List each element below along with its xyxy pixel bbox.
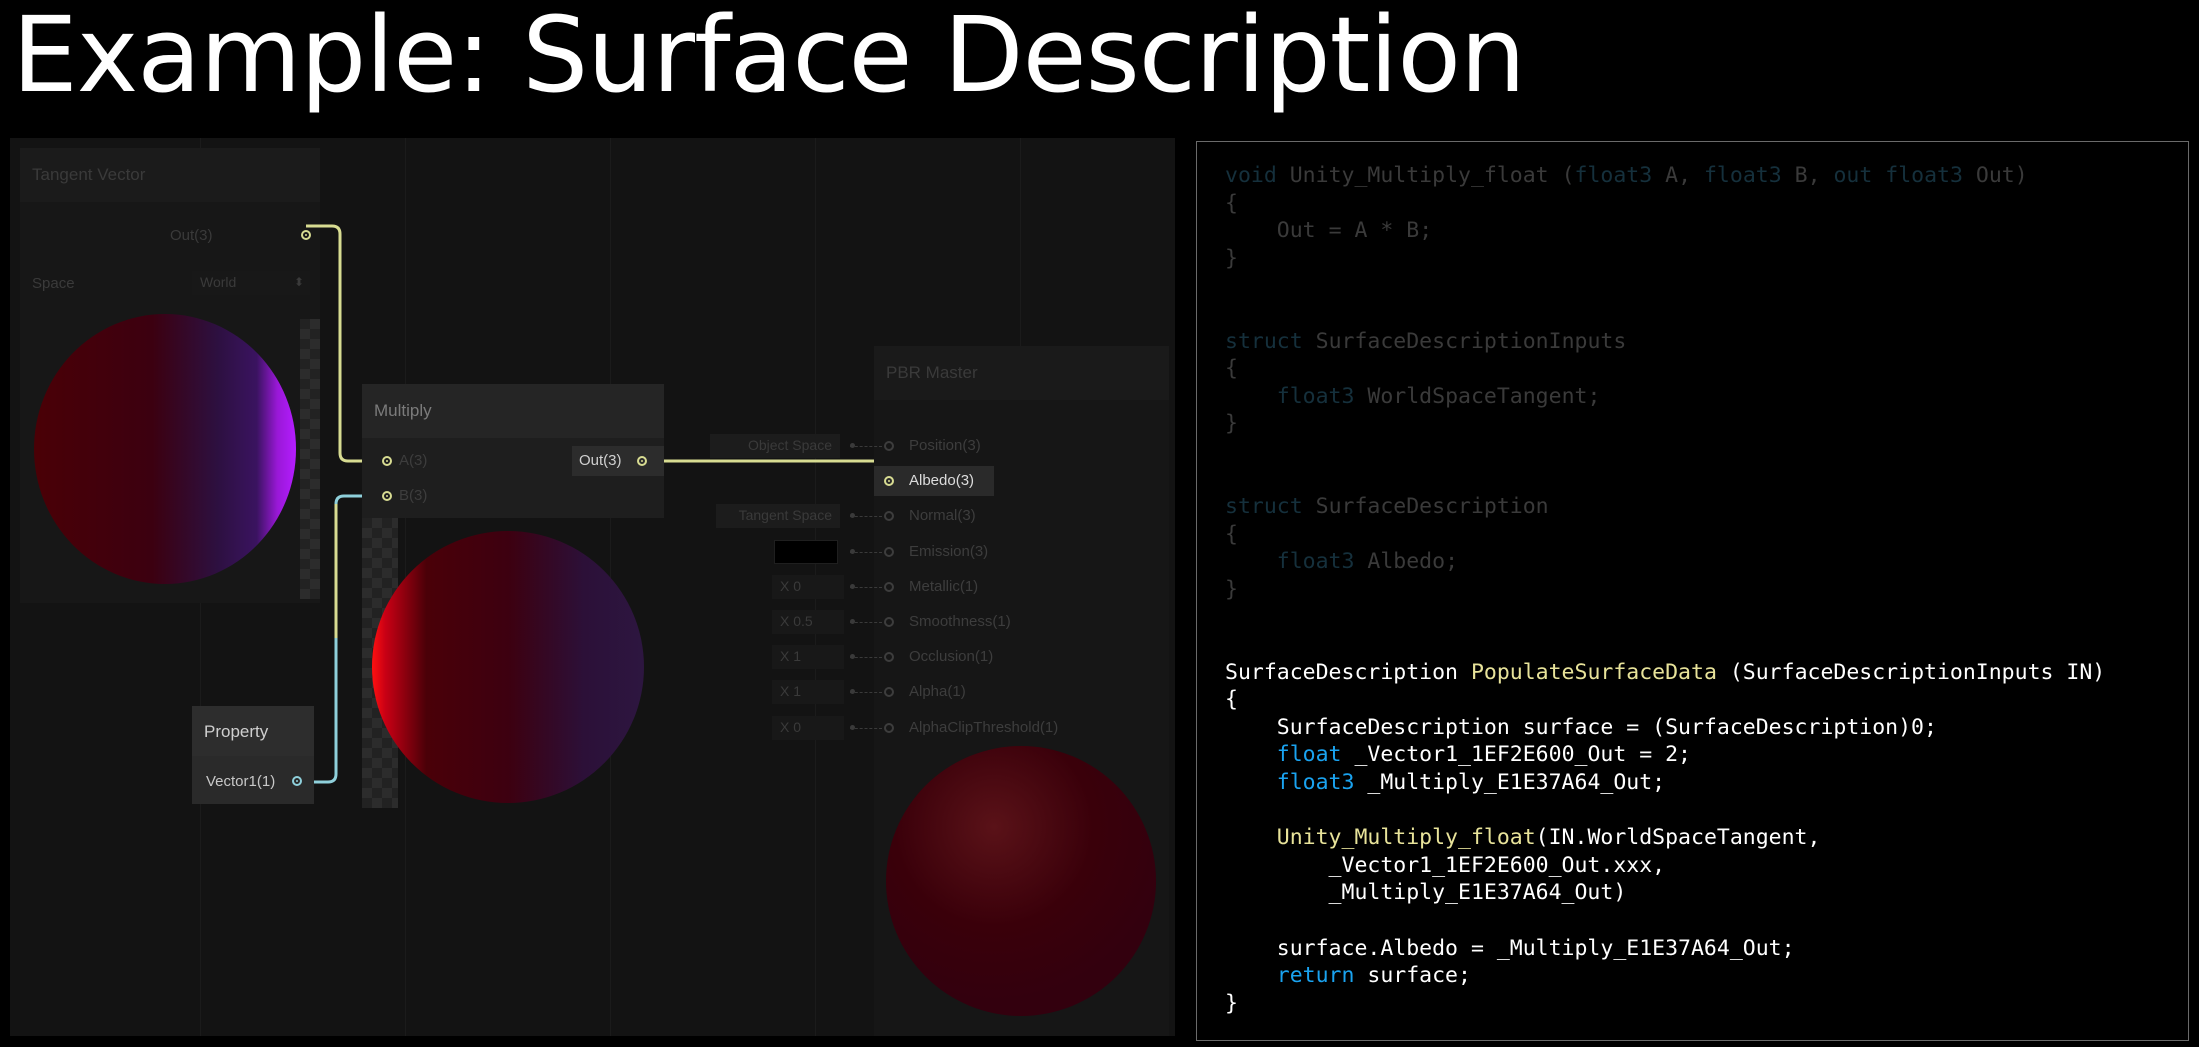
code-line: {: [1225, 356, 1238, 382]
master-input-label: Metallic(1): [909, 577, 979, 595]
shader-graph-canvas[interactable]: Tangent Vector Out(3) Space World ⬍ Mult…: [10, 138, 1175, 1036]
slide-title: Example: Surface Description: [12, 0, 1526, 116]
master-port-knob: [850, 443, 855, 448]
code-line: {: [1225, 521, 1238, 547]
master-input-label: AlphaClipThreshold(1): [909, 718, 1059, 736]
master-port-knob: [850, 619, 855, 624]
code-line: void Unity_Multiply_float (float3 A, flo…: [1225, 163, 2028, 188]
master-port-connector: [850, 516, 882, 518]
multiply-in-a-port[interactable]: [382, 456, 392, 466]
property-title: Property: [204, 722, 269, 741]
master-input-port[interactable]: [884, 722, 894, 733]
code-line: Unity_Multiply_float(IN.WorldSpaceTangen…: [1276, 825, 1821, 851]
master-port-knob: [850, 548, 855, 554]
master-port-connector: [850, 692, 882, 694]
master-input-field[interactable]: Tangent Space: [716, 504, 840, 529]
code-line: _Vector1_1EF2E600_Out.xxx,: [1225, 852, 1666, 878]
master-input-label: Emission(3): [909, 542, 989, 560]
emission-color-swatch[interactable]: [774, 539, 838, 564]
pbr-master-title: PBR Master: [886, 363, 978, 382]
code-line: float _Vector1_1EF2E600_Out = 2;: [1276, 742, 1692, 768]
master-input-field[interactable]: X 0: [772, 715, 844, 740]
master-input-label: Albedo(3): [909, 472, 975, 490]
multiply-in-a-label: A(3): [399, 452, 428, 469]
code-line: }: [1225, 576, 1238, 602]
master-input-field[interactable]: X 0.5: [772, 610, 844, 634]
code-line: struct SurfaceDescription: [1225, 494, 1549, 520]
code-line: struct SurfaceDescriptionInputs: [1225, 328, 1627, 354]
master-input-field[interactable]: X 1: [772, 645, 844, 670]
code-line: SurfaceDescription surface = (SurfaceDes…: [1225, 714, 1937, 740]
master-input-field[interactable]: X 0: [772, 574, 844, 599]
multiply-out-port[interactable]: [637, 456, 647, 466]
master-input-label: Smoothness(1): [909, 613, 1011, 630]
master-input-label: Occlusion(1): [909, 648, 994, 666]
master-input-field[interactable]: X 1: [772, 680, 844, 705]
code-line: {: [1225, 687, 1238, 713]
code-line: float3 _Multiply_E1E37A64_Out;: [1276, 770, 1666, 796]
code-line: }: [1225, 245, 1238, 271]
code-line: SurfaceDescription PopulateSurfaceData (…: [1225, 659, 2106, 685]
master-input-port[interactable]: [884, 617, 894, 627]
multiply-out-label: Out(3): [579, 452, 622, 469]
code-line: }: [1225, 411, 1238, 437]
master-port-knob: [850, 583, 855, 589]
code-line: Out = A * B;: [1276, 218, 1433, 244]
multiply-in-b-label: B(3): [399, 487, 428, 504]
code-line: float3 Albedo;: [1276, 549, 1459, 575]
multiply-out-row: Out(3): [572, 446, 664, 476]
multiply-preview-sphere: [372, 531, 644, 803]
property-out-label: Vector1(1): [206, 773, 276, 790]
pbr-preview-sphere: [886, 746, 1156, 1016]
multiply-title: Multiply: [374, 401, 432, 420]
master-input-label: Normal(3): [909, 507, 976, 525]
code-line: float3 WorldSpaceTangent;: [1276, 383, 1601, 409]
property-out-port[interactable]: [292, 776, 302, 786]
generated-code-panel: void Unity_Multiply_float (float3 A, flo…: [1196, 141, 2189, 1041]
master-input-label: Alpha(1): [909, 683, 966, 701]
code-line: {: [1225, 190, 1238, 216]
code-line: }: [1225, 990, 1238, 1016]
code-line: surface.Albedo = _Multiply_E1E37A64_Out;: [1225, 935, 1795, 961]
master-input-label: Position(3): [909, 437, 981, 454]
property-node[interactable]: Property Vector1(1): [192, 706, 314, 804]
code-line: _Multiply_E1E37A64_Out): [1225, 880, 1627, 906]
master-input-port[interactable]: [884, 581, 894, 592]
master-port-knob: [850, 724, 855, 730]
multiply-in-b-port[interactable]: [382, 491, 392, 501]
master-input-field[interactable]: Object Space: [710, 434, 840, 458]
generated-code: void Unity_Multiply_float (float3 A, flo…: [1225, 162, 2105, 1017]
master-input-port[interactable]: [884, 441, 894, 451]
code-line: return surface;: [1276, 963, 1471, 989]
master-input-port[interactable]: [884, 546, 894, 557]
